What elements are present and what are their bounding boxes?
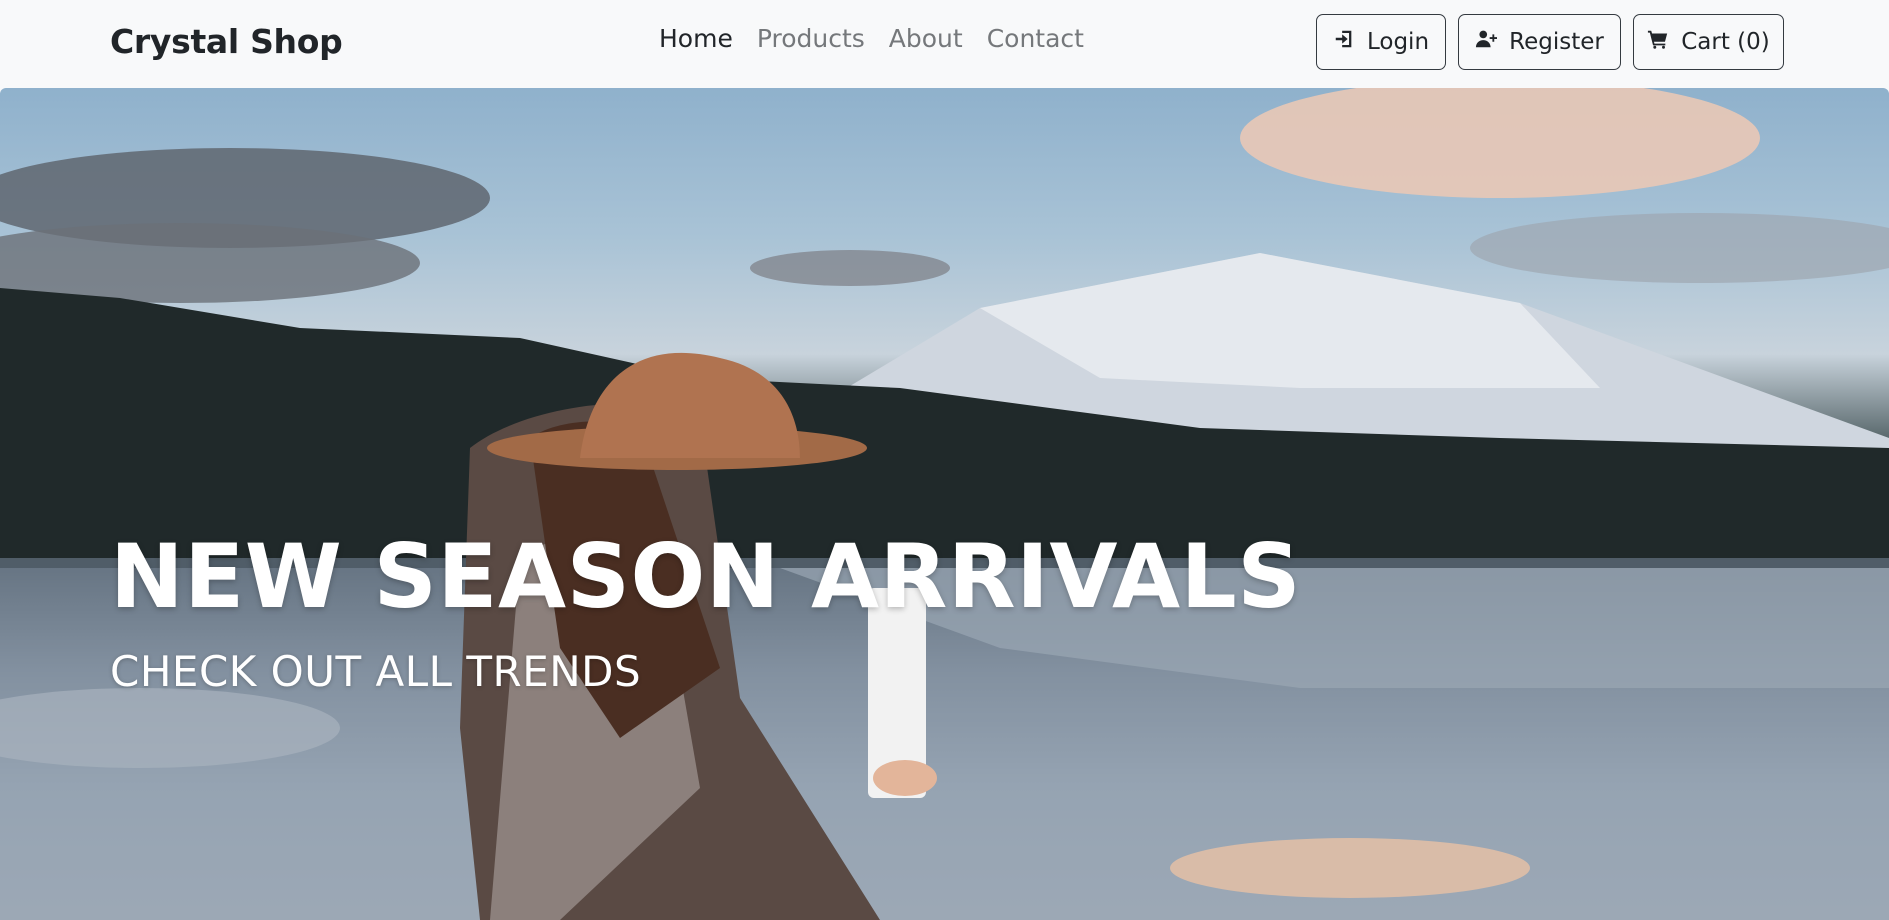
login-button[interactable]: Login [1316, 14, 1446, 70]
hero-text-block: NEW SEASON ARRIVALS CHECK OUT ALL TRENDS [110, 533, 1301, 693]
nav-link-contact[interactable]: Contact [987, 24, 1084, 53]
sign-in-icon [1333, 28, 1355, 56]
nav-link-about[interactable]: About [889, 24, 963, 53]
register-label: Register [1509, 29, 1604, 55]
hero-title: NEW SEASON ARRIVALS [110, 525, 1302, 628]
login-label: Login [1366, 29, 1430, 55]
brand-logo[interactable]: Crystal Shop [110, 22, 343, 61]
hero-landscape-illustration [0, 88, 1889, 920]
register-button[interactable]: Register [1458, 14, 1621, 70]
navbar: Crystal Shop Home Products About Contact… [0, 0, 1889, 88]
cart-label: Cart (0) [1681, 29, 1770, 55]
user-plus-icon [1475, 28, 1498, 56]
hero-subtitle: CHECK OUT ALL TRENDS [110, 647, 642, 696]
nav-link-home[interactable]: Home [659, 24, 733, 53]
hero-background-image [0, 88, 1889, 920]
hero-banner: NEW SEASON ARRIVALS CHECK OUT ALL TRENDS [0, 88, 1889, 920]
nav-link-products[interactable]: Products [757, 24, 865, 53]
cart-button[interactable]: Cart (0) [1633, 14, 1784, 70]
nav-links: Home Products About Contact [659, 24, 1084, 53]
cart-icon [1647, 28, 1669, 56]
